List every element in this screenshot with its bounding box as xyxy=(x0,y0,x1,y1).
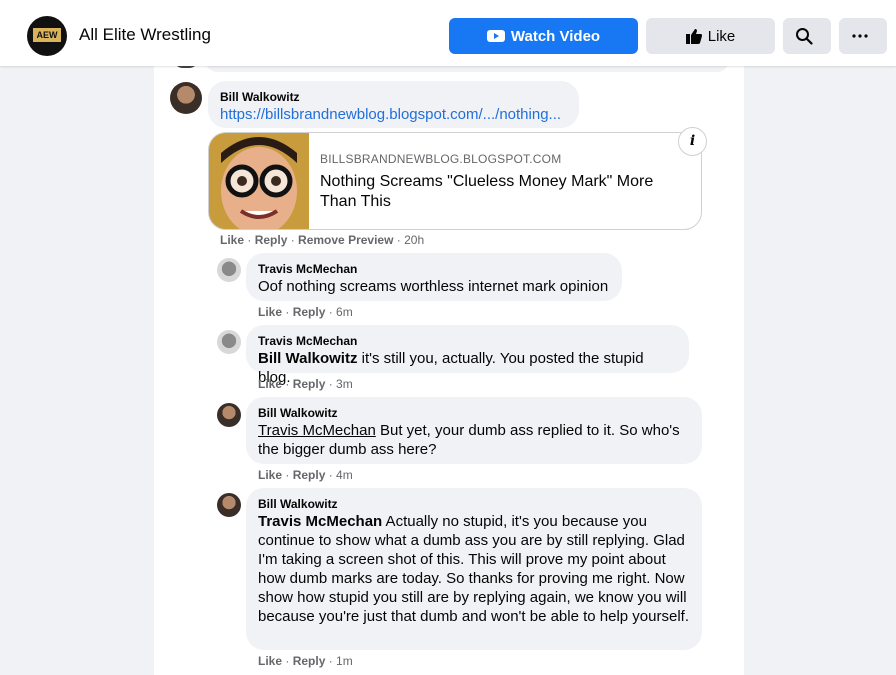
comment-timestamp[interactable]: 1m xyxy=(336,654,353,668)
comment-text: Travis McMechan But yet, your dumb ass r… xyxy=(258,421,690,459)
like-link[interactable]: Like xyxy=(258,654,282,668)
comment-actions: Like · Reply · 1m xyxy=(258,654,353,668)
comment-timestamp[interactable]: 6m xyxy=(336,305,353,319)
remove-preview-link[interactable]: Remove Preview xyxy=(298,233,393,247)
video-icon xyxy=(486,30,505,42)
comment-author[interactable]: Bill Walkowitz xyxy=(220,89,567,105)
info-icon[interactable]: i xyxy=(678,127,707,156)
avatar[interactable] xyxy=(217,330,241,354)
avatar[interactable] xyxy=(217,258,241,282)
comment-bubble: Bill Walkowitz https://billsbrandnewblog… xyxy=(208,81,579,128)
page-title[interactable]: All Elite Wrestling xyxy=(79,25,211,45)
reply-link[interactable]: Reply xyxy=(255,233,288,247)
comment-text: Travis McMechan Actually no stupid, it's… xyxy=(258,512,690,626)
more-icon xyxy=(852,34,868,38)
link-preview-image xyxy=(209,133,309,229)
comment-bubble: Bill Walkowitz Travis McMechan Actually … xyxy=(246,488,702,650)
more-options-button[interactable] xyxy=(839,18,887,54)
comment-text: Oof nothing screams worthless internet m… xyxy=(258,278,609,295)
comment-author[interactable]: Travis McMechan xyxy=(258,261,610,277)
like-link[interactable]: Like xyxy=(258,377,282,391)
page-logo[interactable]: AEW xyxy=(27,16,67,56)
reply-link[interactable]: Reply xyxy=(293,305,326,319)
comment-author[interactable]: Travis McMechan xyxy=(258,333,677,349)
comment-actions: Like · Reply · 6m xyxy=(258,305,353,319)
link-preview-title: Nothing Screams "Clueless Money Mark" Mo… xyxy=(320,173,654,210)
reply-link[interactable]: Reply xyxy=(293,468,326,482)
like-link[interactable]: Like xyxy=(258,305,282,319)
watch-video-label: Watch Video xyxy=(510,27,601,45)
avatar[interactable] xyxy=(170,82,202,114)
comment-actions: Like · Reply · 3m xyxy=(258,377,353,391)
comment-bubble: Travis McMechan Oof nothing screams wort… xyxy=(246,253,622,301)
comment-author[interactable]: Bill Walkowitz xyxy=(258,405,690,421)
comment-link[interactable]: https://billsbrandnewblog.blogspot.com/.… xyxy=(220,105,567,124)
like-link[interactable]: Like xyxy=(258,468,282,482)
reply-link[interactable]: Reply xyxy=(293,377,326,391)
comment-timestamp[interactable]: 3m xyxy=(336,377,353,391)
avatar[interactable] xyxy=(217,403,241,427)
like-link[interactable]: Like xyxy=(220,233,244,247)
comment-actions: Like · Reply · 4m xyxy=(258,468,353,482)
avatar[interactable] xyxy=(217,493,241,517)
comment-author[interactable]: Bill Walkowitz xyxy=(258,496,690,512)
thumbs-up-icon xyxy=(685,29,702,44)
search-button[interactable] xyxy=(783,18,831,54)
mention-link[interactable]: Travis McMechan xyxy=(258,422,376,439)
comment-actions: Like · Reply · Remove Preview · 20h xyxy=(220,233,425,247)
reply-link[interactable]: Reply xyxy=(293,654,326,668)
logo-text: AEW xyxy=(33,28,61,42)
comment-timestamp[interactable]: 20h xyxy=(404,233,424,247)
mention-link[interactable]: Bill Walkowitz xyxy=(258,350,357,367)
like-page-label: Like xyxy=(707,27,736,45)
mention-link[interactable]: Travis McMechan xyxy=(258,513,382,530)
page-header: AEW All Elite Wrestling Watch Video Like xyxy=(0,0,896,66)
comment-bubble: Travis McMechan Bill Walkowitz it's stil… xyxy=(246,325,689,386)
link-preview-card[interactable]: BILLSBRANDNEWBLOG.BLOGSPOT.COM Nothing S… xyxy=(208,132,702,230)
link-preview-domain: BILLSBRANDNEWBLOG.BLOGSPOT.COM xyxy=(320,152,562,166)
like-page-button[interactable]: Like xyxy=(646,18,775,54)
comment-bubble: Bill Walkowitz Travis McMechan But yet, … xyxy=(246,397,702,464)
comment-timestamp[interactable]: 4m xyxy=(336,468,353,482)
watch-video-button[interactable]: Watch Video xyxy=(449,18,638,54)
search-icon xyxy=(796,28,813,45)
